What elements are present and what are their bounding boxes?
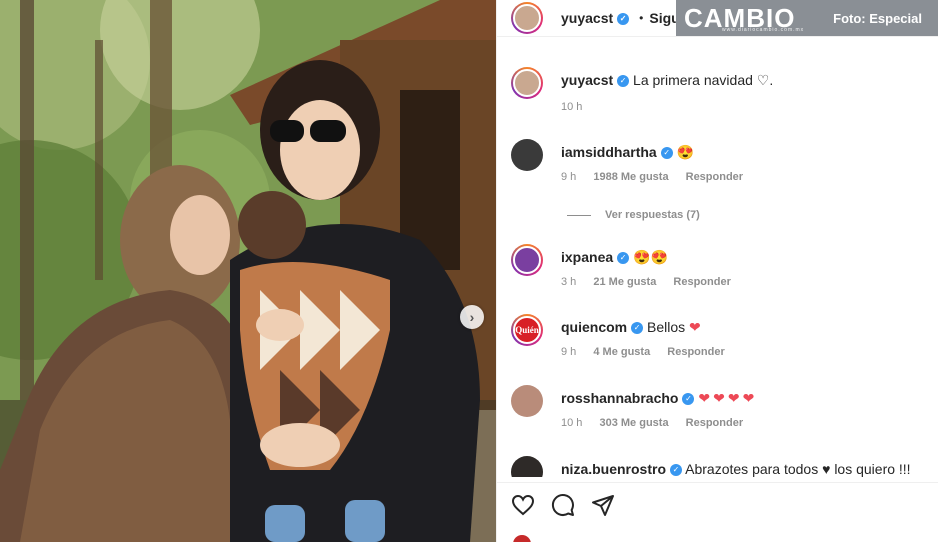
- avatar[interactable]: [511, 244, 543, 276]
- photo-illustration: [0, 0, 496, 542]
- verified-icon: ✓: [660, 147, 673, 160]
- list-item: iamsiddhartha ✓ 😍 9 h 1988 Me gusta Respo…: [511, 139, 757, 183]
- avatar[interactable]: [511, 67, 543, 99]
- header-username[interactable]: yuyacst ✓: [561, 10, 630, 26]
- next-arrow-icon[interactable]: ›: [460, 305, 484, 329]
- list-item: ixpanea ✓ 😍😍 3 h 21 Me gusta Responder: [511, 244, 745, 288]
- heart-emoji: ❤: [689, 319, 701, 335]
- avatar[interactable]: [511, 2, 543, 34]
- list-item: rosshannabracho ✓ ❤❤❤❤ 10 h 303 Me gusta …: [511, 385, 757, 429]
- comments-list: yuyacst ✓ La primera navidad ♡. 10 h iams…: [497, 37, 938, 477]
- quien-logo: Quién: [513, 316, 541, 344]
- view-replies-label[interactable]: Ver respuestas (7): [605, 209, 700, 221]
- comment-username[interactable]: ixpanea: [561, 249, 613, 265]
- post-photo[interactable]: ›: [0, 0, 496, 542]
- comment-time: 9 h: [561, 171, 577, 183]
- reply-button[interactable]: Responder: [686, 417, 743, 429]
- reply-button[interactable]: Responder: [667, 346, 724, 358]
- view-replies-button[interactable]: Ver respuestas (7): [567, 209, 700, 221]
- avatar[interactable]: [513, 535, 531, 542]
- avatar[interactable]: Quién: [511, 314, 543, 346]
- comment-username[interactable]: rosshannabracho: [561, 390, 678, 406]
- verified-icon: ✓: [682, 393, 695, 406]
- avatar[interactable]: [511, 385, 543, 417]
- header-username-text[interactable]: yuyacst: [561, 10, 613, 26]
- separator: •: [639, 11, 644, 25]
- verified-icon: ✓: [617, 13, 630, 26]
- caption-text: La primera navidad ♡.: [633, 72, 774, 88]
- divider: [567, 214, 591, 216]
- heart-emoji: ❤❤❤❤: [698, 390, 758, 406]
- comment-text: 😍😍: [633, 249, 668, 265]
- comment-time: 3 h: [561, 276, 577, 288]
- share-icon[interactable]: [591, 493, 615, 517]
- verified-icon: ✓: [617, 252, 630, 265]
- post-sidebar: yuyacst✓ • Siguiendo yuyacst✓ La primera…: [496, 0, 938, 542]
- comment-likes[interactable]: 1988 Me gusta: [593, 171, 668, 183]
- comment-likes[interactable]: 303 Me gusta: [599, 417, 668, 429]
- comment-text: Bellos: [647, 319, 686, 335]
- avatar[interactable]: [511, 139, 543, 171]
- comment-text: Abrazotes para todos ♥ los quiero !!!: [685, 461, 911, 477]
- comment-username[interactable]: niza.buenrostro: [561, 461, 666, 477]
- cambio-watermark: CAMBIO www.diariocambio.com.mx Foto: Esp…: [676, 0, 938, 36]
- verified-icon: ✓: [617, 75, 630, 88]
- comment-text: 😍: [676, 144, 695, 160]
- verified-icon: ✓: [670, 464, 683, 477]
- heart-icon[interactable]: [511, 493, 535, 517]
- reply-button[interactable]: Responder: [686, 171, 743, 183]
- caption: yuyacst ✓ La primera navidad ♡. 10 h: [511, 67, 773, 113]
- comment-username[interactable]: iamsiddhartha: [561, 144, 657, 160]
- avatar[interactable]: [511, 456, 543, 477]
- verified-icon: ✓: [631, 322, 644, 335]
- caption-time: 10 h: [561, 101, 583, 113]
- reply-button[interactable]: Responder: [673, 276, 730, 288]
- comment-icon[interactable]: [551, 493, 575, 517]
- comment-username[interactable]: quiencom: [561, 319, 627, 335]
- list-item: Quién quiencom ✓ Bellos ❤ 9 h 4 Me gusta …: [511, 314, 739, 358]
- comment-time: 9 h: [561, 346, 577, 358]
- comment-likes[interactable]: 21 Me gusta: [593, 276, 656, 288]
- list-item: niza.buenrostro ✓ Abrazotes para todos ♥ …: [511, 456, 911, 477]
- caption-username[interactable]: yuyacst: [561, 72, 613, 88]
- photo-credit: Foto: Especial: [833, 10, 922, 26]
- comment-likes[interactable]: 4 Me gusta: [593, 346, 650, 358]
- cambio-site: www.diariocambio.com.mx: [722, 27, 805, 33]
- post-actions: [497, 482, 938, 542]
- comment-time: 10 h: [561, 417, 583, 429]
